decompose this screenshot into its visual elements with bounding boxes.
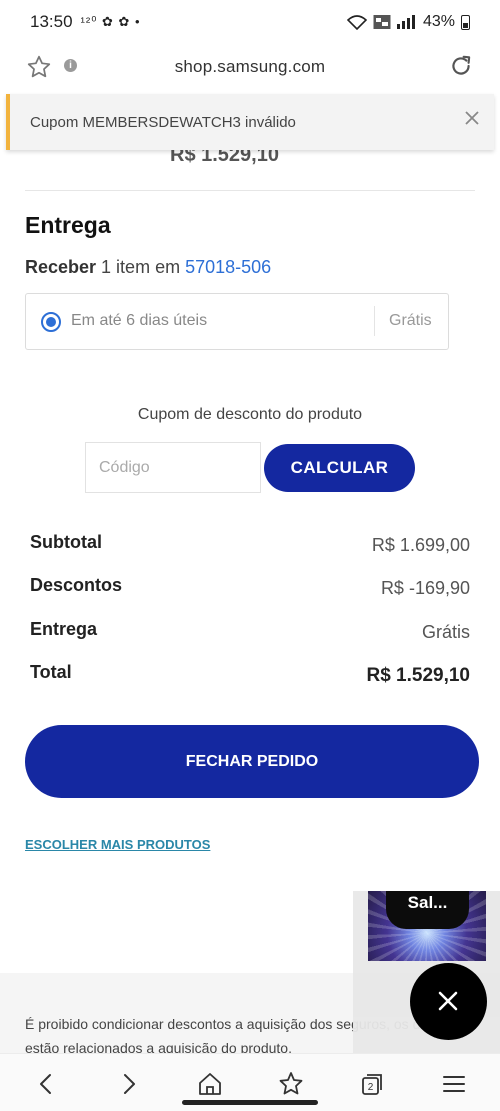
clock: 13:50 bbox=[30, 12, 73, 31]
system-indicators: 43% bbox=[346, 13, 470, 31]
back-icon[interactable] bbox=[32, 1070, 60, 1098]
delivery-heading: Entrega bbox=[25, 212, 111, 238]
summary-value: Grátis bbox=[421, 622, 470, 642]
coupon-code-input[interactable] bbox=[85, 442, 261, 493]
summary-label: Descontos bbox=[30, 575, 123, 595]
signal-icon bbox=[396, 15, 415, 29]
calculate-button[interactable]: CALCULAR bbox=[264, 444, 415, 492]
volte-icon bbox=[373, 15, 391, 29]
bookmarks-icon[interactable] bbox=[277, 1070, 305, 1098]
gesture-bar[interactable] bbox=[182, 1100, 318, 1105]
receive-label: Receber bbox=[25, 257, 97, 277]
menu-icon[interactable] bbox=[440, 1070, 468, 1098]
delivery-option-label: Em até 6 dias úteis bbox=[71, 312, 208, 329]
option-separator bbox=[374, 306, 375, 336]
tabs-icon[interactable]: 2 bbox=[358, 1070, 386, 1098]
delivery-option[interactable]: Em até 6 dias úteis Grátis bbox=[25, 293, 449, 350]
close-icon bbox=[438, 991, 458, 1011]
summary-row-discounts: Descontos R$ -169,90 bbox=[30, 575, 470, 601]
summary-label: Entrega bbox=[30, 619, 98, 639]
coupon-error-toast: Cupom MEMBERSDEWATCH3 inválido bbox=[6, 94, 494, 150]
delivery-option-price: Grátis bbox=[389, 312, 432, 329]
summary-label: Subtotal bbox=[30, 532, 102, 552]
receive-info: Receber 1 item em 57018-506 bbox=[25, 257, 271, 278]
svg-text:2: 2 bbox=[368, 1082, 374, 1093]
close-icon[interactable] bbox=[462, 108, 482, 128]
address-bar[interactable]: shop.samsung.com bbox=[0, 57, 500, 77]
home-icon[interactable] bbox=[196, 1070, 224, 1098]
battery-percent: 43% bbox=[422, 13, 455, 30]
receive-text: 1 item em bbox=[96, 257, 186, 277]
summary-value: R$ -169,90 bbox=[380, 578, 470, 598]
summary-value: R$ 1.529,10 bbox=[366, 665, 470, 686]
toast-message: Cupom MEMBERSDEWATCH3 inválido bbox=[30, 113, 296, 131]
checkout-button[interactable]: FECHAR PEDIDO bbox=[25, 725, 479, 798]
summary-row-total: Total R$ 1.529,10 bbox=[30, 662, 470, 688]
notification-icons: ¹²⁰ ✿ ✿ • bbox=[80, 14, 141, 29]
battery-icon bbox=[461, 14, 470, 30]
status-bar: 13:50 ¹²⁰ ✿ ✿ • 43% bbox=[0, 0, 500, 44]
summary-label: Total bbox=[30, 662, 72, 682]
choose-more-products-link[interactable]: ESCOLHER MAIS PRODUTOS bbox=[25, 837, 210, 852]
coupon-title: Cupom de desconto do produto bbox=[137, 406, 363, 423]
divider bbox=[25, 190, 475, 191]
video-label-pill[interactable]: Sal... bbox=[386, 891, 469, 929]
wifi-icon bbox=[346, 15, 367, 30]
summary-value: R$ 1.699,00 bbox=[371, 535, 470, 555]
reload-icon[interactable] bbox=[448, 53, 474, 79]
summary-row-subtotal: Subtotal R$ 1.699,00 bbox=[30, 532, 470, 558]
forward-icon[interactable] bbox=[115, 1070, 143, 1098]
close-video-button[interactable] bbox=[410, 963, 487, 1040]
browser-toolbar: i shop.samsung.com bbox=[0, 44, 500, 92]
delivery-radio[interactable] bbox=[41, 312, 61, 332]
zip-code-link[interactable]: 57018-506 bbox=[185, 257, 271, 277]
summary-row-delivery: Entrega Grátis bbox=[30, 619, 470, 645]
